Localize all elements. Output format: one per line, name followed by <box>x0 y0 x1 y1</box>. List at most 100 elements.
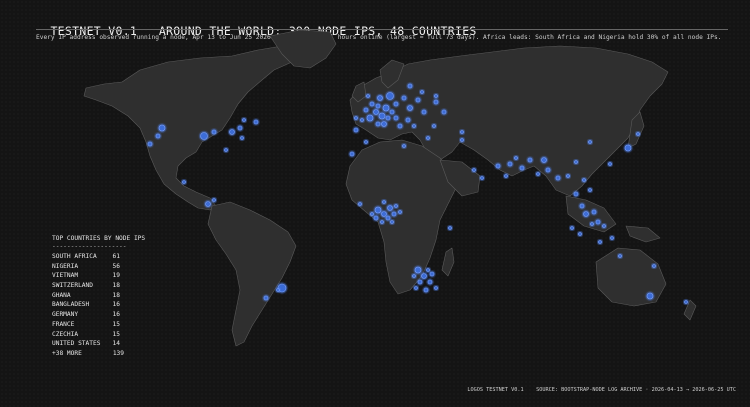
node-dot <box>541 157 547 163</box>
node-dot <box>519 165 525 171</box>
country-name: CZECHIA <box>52 330 79 338</box>
country-name: +38 MORE <box>52 349 82 357</box>
node-dot <box>578 232 582 236</box>
country-row: GHANA 18 <box>52 292 145 302</box>
country-count: 14 <box>112 340 120 348</box>
node-dot <box>427 279 433 285</box>
footer: LOGOS TESTNET V0.1 SOURCE: BOOTSTRAP-NOD… <box>467 387 736 393</box>
country-count: 61 <box>112 253 120 260</box>
node-dot <box>369 101 375 107</box>
node-dot <box>349 151 355 157</box>
node-dot <box>237 125 243 131</box>
country-name: SOUTH AFRICA <box>52 253 97 260</box>
node-dot <box>573 191 579 197</box>
country-name: GERMANY <box>52 311 79 319</box>
node-dot <box>401 95 407 101</box>
node-dot <box>374 206 382 214</box>
footer-credit: LOGOS TESTNET V0.1 <box>467 387 524 393</box>
node-dot <box>441 109 447 115</box>
node-dot <box>414 266 422 274</box>
node-dot <box>358 202 362 206</box>
node-dot <box>224 148 228 152</box>
node-dot <box>360 118 364 122</box>
node-dot <box>570 226 574 230</box>
node-dot <box>263 295 269 301</box>
country-count: 15 <box>112 320 120 328</box>
node-dot <box>588 188 592 192</box>
node-dot <box>595 219 601 225</box>
node-dot <box>147 141 153 147</box>
node-dot <box>432 124 436 128</box>
footer-source: SOURCE: BOOTSTRAP-NODE LOG ARCHIVE · 202… <box>536 387 736 393</box>
node-dot <box>155 133 161 139</box>
country-row: SOUTH AFRICA 61 <box>52 253 145 263</box>
country-name: GHANA <box>52 291 71 299</box>
node-dot <box>242 118 246 122</box>
country-row: +38 MORE 139 <box>52 350 145 360</box>
country-row: NIGERIA 56 <box>52 263 145 273</box>
landmass-africa <box>345 139 457 295</box>
landmass-new-guinea <box>625 225 661 243</box>
landmass-australia <box>595 247 667 307</box>
node-dot <box>426 136 430 140</box>
node-dot <box>429 271 435 277</box>
node-dot <box>602 224 606 228</box>
node-dot <box>414 286 418 290</box>
country-row: CZECHIA 15 <box>52 331 145 341</box>
node-dot <box>407 105 413 111</box>
node-dot <box>610 236 614 240</box>
country-count: 19 <box>112 272 120 280</box>
node-dot <box>363 107 369 113</box>
node-dot <box>417 279 423 285</box>
node-dot <box>624 144 632 152</box>
landmass-madagascar <box>441 247 455 277</box>
node-dot <box>373 215 379 221</box>
node-dot <box>393 101 399 107</box>
country-count: 18 <box>112 282 120 290</box>
country-name: UNITED STATES <box>52 340 101 348</box>
node-dot <box>381 121 387 127</box>
node-dot <box>375 121 381 127</box>
landmass-north-america <box>83 45 301 211</box>
node-dot <box>423 287 429 293</box>
node-dot <box>652 264 656 268</box>
node-dot <box>390 220 394 224</box>
node-dot <box>407 83 413 89</box>
node-dot <box>579 203 585 209</box>
node-dot <box>426 268 430 272</box>
node-dot <box>397 123 403 129</box>
node-dot <box>158 124 166 132</box>
node-dot <box>382 200 386 204</box>
node-dot <box>200 132 208 140</box>
country-name: VIETNAM <box>52 272 79 280</box>
node-dot <box>412 274 416 278</box>
node-dot <box>212 198 216 202</box>
node-dot <box>495 163 501 169</box>
node-dot <box>536 172 540 176</box>
node-dot <box>415 97 421 103</box>
node-dot <box>378 112 386 120</box>
country-name: FRANCE <box>52 320 75 328</box>
node-dot <box>420 90 424 94</box>
node-dot <box>684 300 688 304</box>
node-dot <box>590 222 594 226</box>
node-dot <box>387 205 393 211</box>
country-row: UNITED STATES 14 <box>52 340 145 350</box>
node-dot <box>448 226 452 230</box>
node-dot <box>380 220 384 224</box>
node-dot <box>386 92 394 100</box>
node-dot <box>382 104 390 112</box>
node-dot <box>527 157 533 163</box>
node-dot <box>385 115 391 121</box>
node-dot <box>460 138 464 142</box>
node-dot <box>393 115 399 121</box>
node-dot <box>276 288 280 292</box>
node-dot <box>354 116 358 120</box>
node-dot <box>385 215 391 221</box>
country-panel: TOP COUNTRIES BY NODE IPS --------------… <box>52 235 145 360</box>
node-dot <box>608 162 612 166</box>
country-name: NIGERIA <box>52 262 79 270</box>
country-row: SWITZERLAND 18 <box>52 282 145 292</box>
node-dot <box>646 292 654 300</box>
node-dot <box>375 103 381 109</box>
